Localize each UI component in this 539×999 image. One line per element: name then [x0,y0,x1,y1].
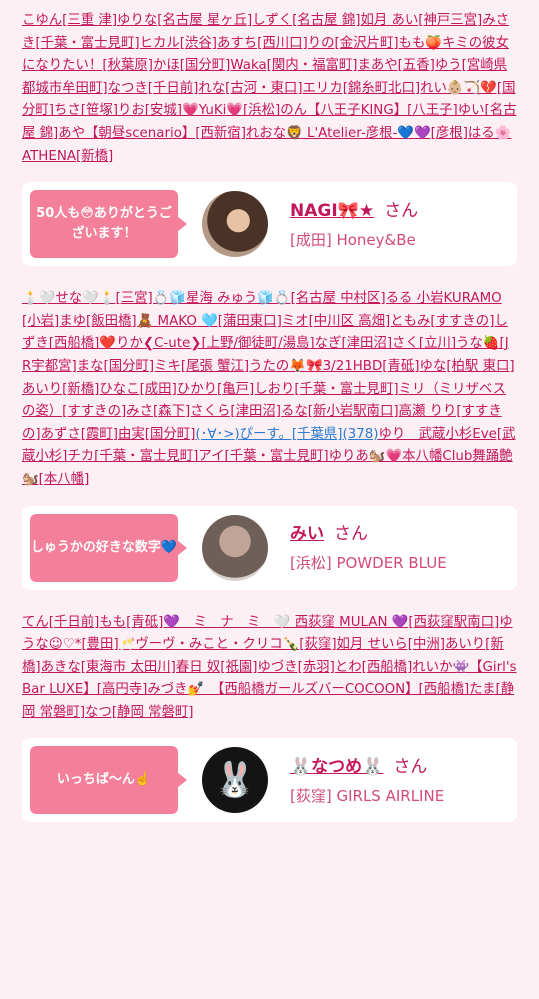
message-badge: しゅうかの好きな数字💙 [30,513,187,582]
message-badge: 50人も😳ありがとうございます！ [30,190,187,259]
ranking-card[interactable]: しゅうかの好きな数字💙 みい さん [浜松] POWDER BLUE [22,505,517,590]
cast-name-list-2: 🕯️🤍せな🤍🕯️[三宮]💍🧊星海 みゅう🧊💍[名古屋 中村区]るる 小岩KURA… [22,288,517,491]
cast-links[interactable]: こゆん[三重 津]ゆりな[名古屋 星ヶ丘]しずく[名古屋 錦]如月 あい[神戸三… [22,13,517,164]
shop-name: [荻窪] GIRLS AIRLINE [290,786,445,805]
cast-name-link[interactable]: みい [290,524,324,544]
cast-links[interactable]: てん[千日前]もも[青砥]💜 ミ ナ ミ 🤍 西荻窪 MULAN 💜[西荻窪駅南… [22,615,517,720]
ranking-card[interactable]: いっちば〜ん☝️ 🐰 🐰なつめ🐰 さん [荻窪] GIRLS AIRLINE [22,738,517,823]
message-badge: いっちば〜ん☝️ [30,746,187,815]
cast-links[interactable]: 🕯️🤍せな🤍🕯️[三宮]💍🧊星海 みゅう🧊💍[名古屋 中村区]るる 小岩KURA… [22,291,515,442]
honorific: さん [334,524,368,544]
ranking-card[interactable]: 50人も😳ありがとうございます！ NAGI🎀★ さん [成田] Honey&Be [22,182,517,267]
avatar [202,191,268,258]
avatar [202,514,268,581]
honorific: さん [393,756,428,777]
cast-name-list-3: てん[千日前]もも[青砥]💜 ミ ナ ミ 🤍 西荻窪 MULAN 💜[西荻窪駅南… [22,612,517,725]
cast-name-link[interactable]: 🐰なつめ🐰 [290,757,383,777]
honorific: さん [384,200,419,221]
shop-name: [浜松] POWDER BLUE [290,554,447,572]
cast-name-link[interactable]: NAGI🎀★ [290,201,374,221]
rabbit-avatar-icon: 🐰 [202,747,268,814]
shop-name: [成田] Honey&Be [290,230,416,249]
cast-name-list-1: こゆん[三重 津]ゆりな[名古屋 星ヶ丘]しずく[名古屋 錦]如月 あい[神戸三… [22,10,517,168]
blue-cast-link[interactable]: (･∀･>)ぴーす。[千葉県](378) [195,427,378,442]
